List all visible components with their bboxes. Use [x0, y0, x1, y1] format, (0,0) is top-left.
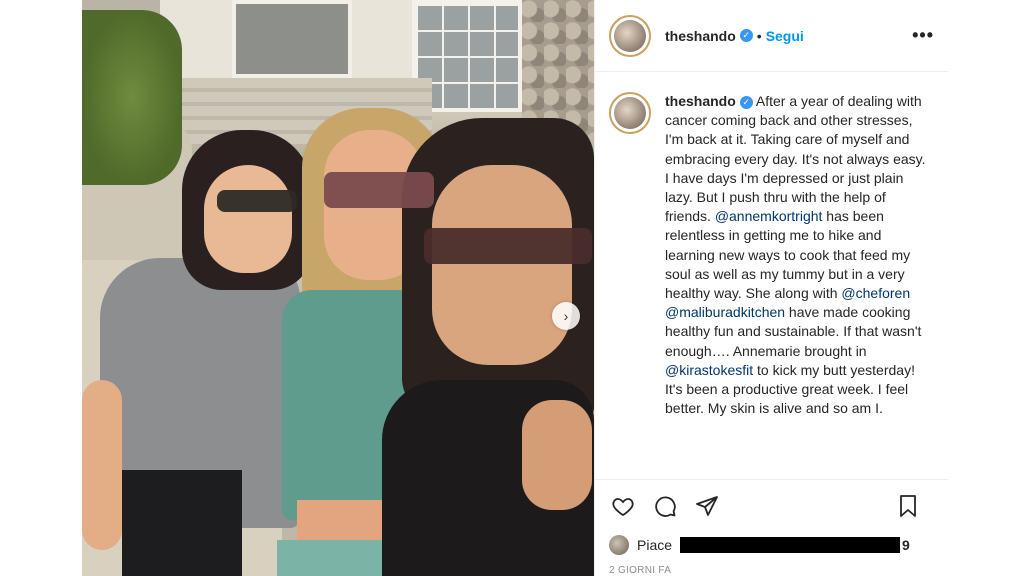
action-bar	[595, 479, 948, 531]
post-side-panel: theshando ✓ • Segui ••• theshando ✓ After…	[594, 0, 948, 576]
bookmark-icon	[900, 494, 916, 517]
post-photo[interactable]: ›	[82, 0, 594, 576]
bushes	[82, 10, 182, 185]
comment-button[interactable]	[651, 492, 679, 520]
separator-dot: •	[756, 27, 762, 44]
username-link[interactable]: theshando	[665, 28, 736, 44]
mention-link[interactable]: @kirastokesfit	[665, 362, 753, 378]
likes-label: Piace	[637, 537, 673, 553]
save-button[interactable]	[894, 492, 922, 520]
person-right-face	[432, 165, 572, 365]
caption-area: theshando ✓ After a year of dealing with …	[595, 72, 948, 479]
sunglasses-right	[424, 228, 592, 264]
heart-icon	[612, 497, 634, 516]
next-photo-button[interactable]: ›	[552, 302, 580, 330]
chevron-right-icon: ›	[563, 308, 569, 324]
caption-part: After a year of dealing with cancer comi…	[665, 93, 926, 225]
person-left-face	[204, 165, 292, 273]
post-header: theshando ✓ • Segui •••	[595, 0, 948, 72]
sunglasses-left	[217, 190, 297, 212]
sunglasses-middle	[324, 172, 434, 208]
more-options-icon[interactable]: •••	[912, 25, 934, 46]
mention-link[interactable]: @annemkortright	[715, 208, 823, 224]
caption-avatar-image	[614, 97, 646, 129]
share-icon	[696, 495, 718, 516]
redaction-bar	[680, 537, 901, 553]
follow-button[interactable]: Segui	[766, 28, 804, 44]
like-button[interactable]	[609, 492, 637, 520]
likes-count-suffix[interactable]: 9	[902, 537, 910, 553]
person-left-arm	[82, 380, 122, 550]
person-right-hand	[522, 400, 592, 510]
liker-avatar[interactable]	[609, 535, 629, 555]
post-timestamp[interactable]: 2 GIORNI FA	[595, 559, 948, 576]
avatar-image	[614, 19, 646, 52]
avatar[interactable]	[609, 14, 651, 57]
mention-link[interactable]: @cheforen	[841, 285, 910, 301]
caption-text: theshando ✓ After a year of dealing with …	[665, 92, 927, 479]
caption-avatar[interactable]	[609, 92, 651, 134]
caption-verified-badge-icon: ✓	[739, 95, 753, 109]
instagram-post: › theshando ✓ • Segui ••• theshando ✓ Aft…	[82, 0, 948, 576]
person-left-legs	[122, 470, 242, 576]
caption-username[interactable]: theshando	[665, 93, 736, 109]
share-button[interactable]	[693, 492, 721, 520]
front-door	[232, 0, 352, 78]
comment-icon	[655, 495, 676, 517]
likes-row: Piace 9	[595, 531, 948, 559]
verified-badge-icon: ✓	[739, 29, 753, 42]
mention-link[interactable]: @maliburadkitchen	[665, 304, 785, 320]
